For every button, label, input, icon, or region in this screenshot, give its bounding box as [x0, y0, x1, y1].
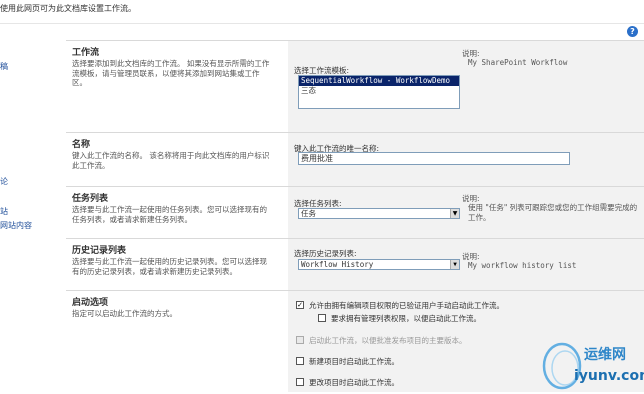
start-on-change-checkbox[interactable] [296, 378, 304, 386]
history-list-note-text: My workflow history list [468, 261, 577, 270]
name-input[interactable]: 费用批准 [298, 152, 570, 165]
name-title: 名称 [72, 140, 91, 150]
workflow-title: 工作流 [72, 48, 100, 58]
approval-start-label: 启动此工作流，以便批准发布项目的主要版本。 [309, 336, 467, 345]
task-list-select[interactable]: 任务 ▼ [298, 208, 460, 219]
history-list-section: 历史记录列表 选择要与此工作流一起使用的历史记录列表。您可以选择现有的历史记录列… [66, 238, 644, 290]
start-on-create-label: 新建项目时启动此工作流。 [309, 357, 399, 366]
manual-start-label: 允许由拥有编辑项目权限的已验证用户手动启动此工作流。 [309, 301, 504, 310]
history-list-title: 历史记录列表 [72, 246, 127, 256]
watermark-url: iyunv.com [574, 368, 644, 384]
task-list-description: 选择要与此工作流一起使用的任务列表。您可以选择现有的任务列表，或者请求新建任务列… [72, 205, 267, 224]
nav-fragment-4[interactable]: 站 [0, 206, 8, 217]
start-on-create-checkbox[interactable] [296, 357, 304, 365]
history-list-description: 选择要与此工作流一起使用的历史记录列表。您可以选择现有的历史记录列表，或者请求新… [72, 257, 267, 276]
require-manage-permission-checkbox[interactable] [318, 314, 326, 322]
chevron-down-icon[interactable]: ▼ [450, 209, 459, 218]
nav-fragment-1[interactable]: 稿 [0, 61, 8, 72]
top-bar: 使用此网页可为此文档库设置工作流。 [0, 0, 644, 24]
task-list-selected-value: 任务 [301, 209, 316, 218]
task-list-title: 任务列表 [72, 194, 109, 204]
history-list-selected-value: Workflow History [301, 260, 374, 269]
start-on-change-label: 更改项目时启动此工作流。 [309, 378, 399, 387]
help-icon[interactable]: ? [627, 26, 638, 37]
nav-fragment-3[interactable]: 论 [0, 176, 8, 187]
site-watermark: 运维网 iyunv.com [534, 338, 644, 392]
task-list-section: 任务列表 选择要与此工作流一起使用的任务列表。您可以选择现有的任务列表，或者请求… [66, 186, 644, 238]
start-options-description: 指定可以启动此工作流的方式。 [72, 309, 177, 318]
left-navigation: 稿 论 站 网站内容 [0, 40, 46, 392]
start-options-title: 启动选项 [72, 298, 109, 308]
task-list-note-text: 使用 "任务" 列表可跟踪您或您的工作组需要完成的工作。 [468, 203, 638, 222]
page-description: 使用此网页可为此文档库设置工作流。 [0, 4, 136, 13]
require-manage-permission-label: 要求拥有管理列表权限，以便启动此工作流。 [331, 314, 481, 323]
name-section: 名称 键入此工作流的名称。 该名称将用于向此文档库的用户标识此工作流。 键入此工… [66, 132, 644, 186]
workflow-template-option-2[interactable]: 三态 [299, 86, 459, 96]
history-list-label: 选择历史记录列表: [294, 249, 357, 258]
chevron-down-icon[interactable]: ▼ [450, 260, 459, 269]
workflow-template-option-1[interactable]: SequentialWorkflow - WorkflowDemo [299, 76, 459, 86]
history-list-select[interactable]: Workflow History ▼ [298, 259, 460, 270]
approval-start-checkbox [296, 336, 304, 344]
watermark-brand: 运维网 [584, 347, 626, 363]
nav-fragment-site-content[interactable]: 网站内容 [0, 220, 32, 231]
name-description: 键入此工作流的名称。 该名称将用于向此文档库的用户标识此工作流。 [72, 151, 270, 170]
workflow-note-text: My SharePoint Workflow [468, 58, 568, 67]
workflow-description: 选择要添加到此文档库的工作流。 如果没有显示所需的工作流模板，请与管理员联系，以… [72, 59, 270, 87]
manual-start-checkbox[interactable]: ✓ [296, 301, 304, 309]
workflow-template-list[interactable]: SequentialWorkflow - WorkflowDemo 三态 [298, 75, 460, 109]
workflow-section: 工作流 选择要添加到此文档库的工作流。 如果没有显示所需的工作流模板，请与管理员… [66, 40, 644, 132]
